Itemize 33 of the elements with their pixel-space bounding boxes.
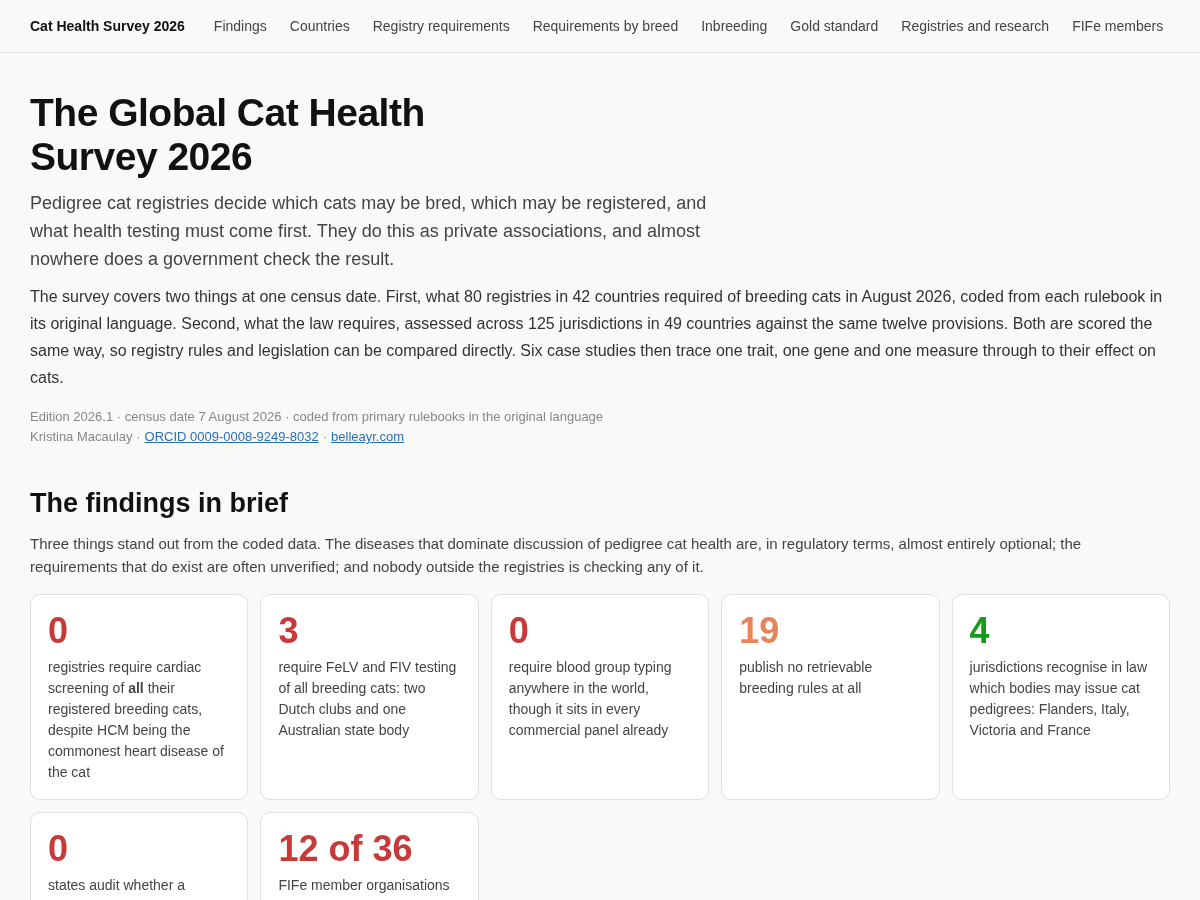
finding-figure: 4 xyxy=(969,608,991,653)
nav-link[interactable]: Requirements by breed xyxy=(532,15,679,37)
finding-figure: 3 xyxy=(278,608,300,653)
separator-dot: · xyxy=(322,428,328,446)
finding-text: states audit whether a xyxy=(48,875,186,895)
nav-link[interactable]: FIFe members xyxy=(1072,15,1164,37)
website-link[interactable]: belleayr.com xyxy=(331,427,405,447)
nav-link[interactable]: Gold standard xyxy=(790,15,879,37)
nav-link[interactable]: Inbreeding xyxy=(701,15,768,37)
finding-figure: 0 xyxy=(48,608,70,653)
section-heading: The findings in brief xyxy=(30,487,289,520)
finding-text: publish no retrievable breeding rules at all xyxy=(739,657,874,698)
finding-text: registries require cardiac screening of all their registered breeding cats, despite HCM being the commonest heart disease of the cat xyxy=(48,657,225,782)
page-title: The Global Cat Health Survey 2026 xyxy=(30,91,426,179)
finding-figure: 12 of 36 xyxy=(278,826,414,871)
nav-link[interactable]: Registry requirements xyxy=(372,15,510,37)
finding-text: FIFe member organisations xyxy=(278,875,451,895)
finding-figure: 0 xyxy=(508,608,530,653)
site-title[interactable]: Cat Health Survey 2026 xyxy=(30,15,185,37)
section-summary: Three things stand out from the coded data. The diseases that dominate discussion of pedigree cat health are, in regulatory terms, almost entirely optional; the requirements that do exist are often unverified; and nobody outside the registries is checking any of it. xyxy=(30,533,1083,577)
finding-text: require blood group typing anywhere in the world, though it sits in every commercial panel already xyxy=(508,657,673,740)
finding-figure: 0 xyxy=(48,826,70,871)
lede-paragraph: Pedigree cat registries decide which cats may be bred, which may be registered, and what health testing must come first. They do this as private associations, and almost nowhere does a government check the result. xyxy=(30,192,708,271)
finding-figure: 19 xyxy=(739,608,781,653)
finding-text: require FeLV and FIV testing of all breeding cats: two Dutch clubs and one Australian state body xyxy=(278,657,458,740)
edition-line: Edition 2026.1 · census date 7 August 2026 · coded from primary rulebooks in the original language xyxy=(30,408,605,426)
intro-paragraph: The survey covers two things at one census date. First, what 80 registries in 42 countries required of breeding cats in August 2026, coded from each rulebook in its original language. Second, what the law requires, assessed across 125 jurisdictions in 49 countries against the same twelve provisions. Both are scored the same way, so registry rules and legislation can be compared directly. Six case studies then trace one trait, one gene and one measure through to their effect on cats. xyxy=(30,287,1164,388)
nav-link[interactable]: Findings xyxy=(213,15,267,37)
finding-text: jurisdictions recognise in law which bodies may issue cat pedigrees: Flanders, Italy, Victoria and France xyxy=(969,657,1148,740)
author-name: Kristina Macaulay · xyxy=(30,428,141,446)
orcid-link[interactable]: ORCID 0009-0008-9249-8032 xyxy=(144,427,319,447)
nav-link[interactable]: Registries and research xyxy=(901,15,1050,37)
nav-link[interactable]: Countries xyxy=(289,15,350,37)
